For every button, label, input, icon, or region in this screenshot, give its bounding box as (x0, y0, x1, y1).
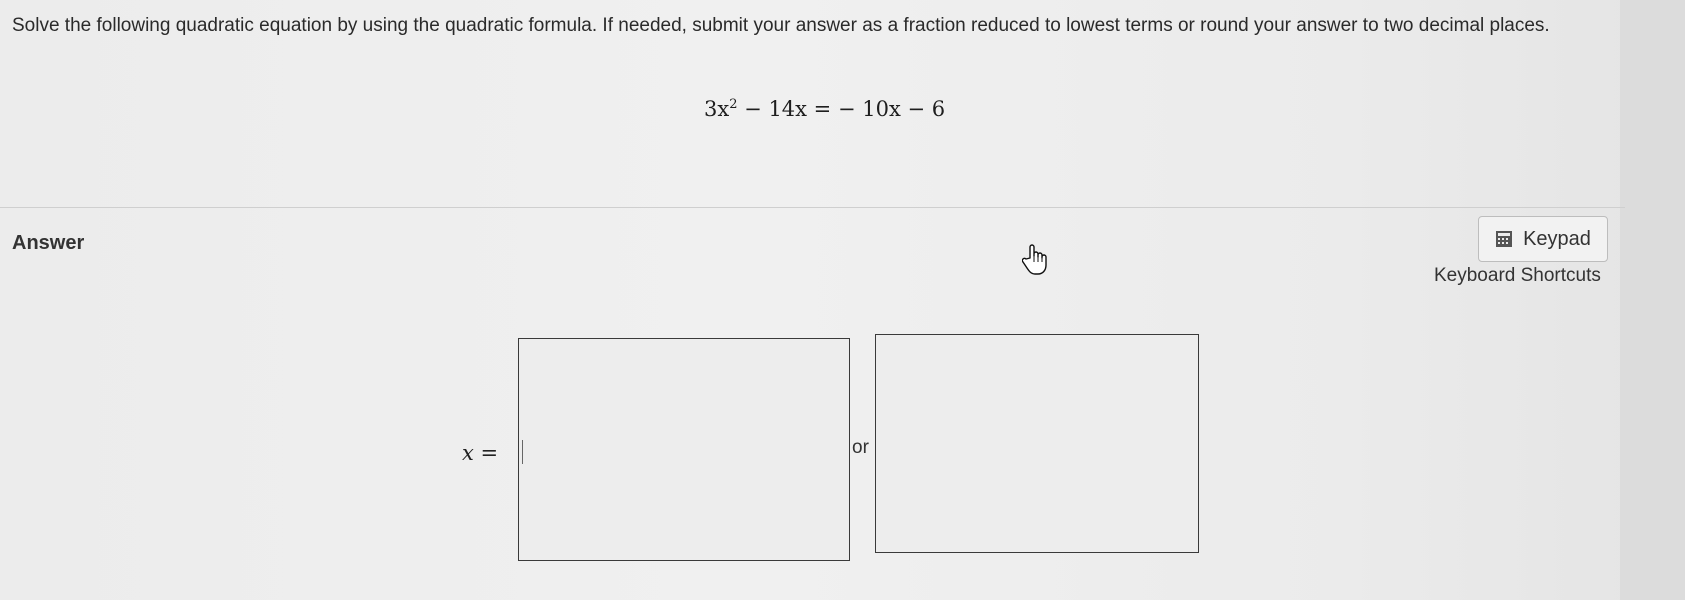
answer-heading: Answer (12, 232, 85, 254)
equation: 3x2 − 14x = − 10x − 6 (704, 97, 945, 121)
right-edge-panel (1620, 0, 1685, 600)
calculator-icon (1495, 230, 1513, 248)
section-divider (0, 207, 1625, 208)
keypad-label: Keypad (1523, 227, 1591, 250)
equals-sign: = (473, 441, 499, 465)
question-text: Solve the following quadratic equation b… (12, 15, 1550, 36)
hand-pointer-icon (1021, 244, 1048, 281)
or-label: or (852, 437, 869, 458)
answer-input-2[interactable] (875, 334, 1199, 553)
equation-rest: − 14x = − 10x − 6 (737, 97, 946, 121)
keyboard-shortcuts-link[interactable]: Keyboard Shortcuts (1434, 265, 1601, 287)
equation-lhs-term: 3x (704, 97, 730, 121)
text-caret (522, 440, 523, 464)
equation-exponent: 2 (729, 97, 738, 112)
x-equals-label: x = (462, 441, 498, 465)
keypad-button[interactable]: Keypad (1478, 216, 1608, 262)
answer-input-1[interactable] (518, 338, 850, 561)
x-variable: x (462, 441, 474, 465)
